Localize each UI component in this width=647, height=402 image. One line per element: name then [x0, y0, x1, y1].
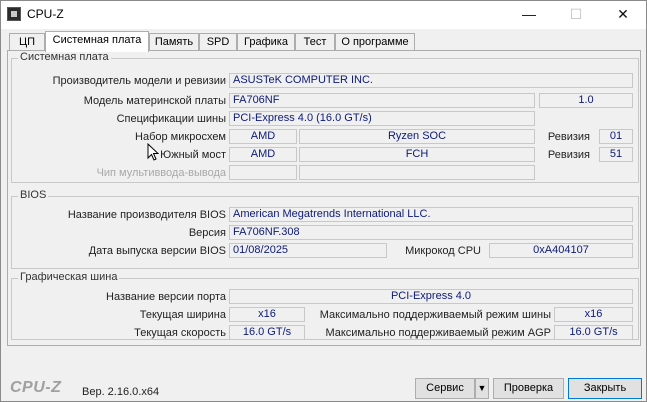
bus-specs-value: PCI-Express 4.0 (16.0 GT/s) [229, 111, 535, 126]
mainboard-panel: Системная плата Производитель модели и р… [7, 50, 641, 346]
chipset-vendor-value: AMD [229, 129, 297, 144]
cpuz-window: CPU-Z — ☐ ✕ ЦП Системная плата Память SP… [0, 0, 647, 402]
bios-version-value: FA706NF.308 [229, 225, 633, 240]
tab-bench[interactable]: Тест [295, 33, 335, 51]
model-label: Модель материнской платы [83, 95, 226, 107]
microcode-value: 0xA404107 [489, 243, 633, 258]
mainboard-group: Системная плата Производитель модели и р… [11, 51, 639, 183]
cpuz-app-icon [7, 7, 21, 21]
bios-brand-label: Название производителя BIOS [67, 209, 226, 221]
graphic-interface-group: Графическая шина Название версии порта P… [11, 271, 639, 340]
validate-button[interactable]: Проверка [493, 378, 564, 399]
title-bar: CPU-Z — ☐ ✕ [1, 1, 646, 29]
bios-group-title: BIOS [18, 189, 49, 201]
tab-bar: ЦП Системная плата Память SPD Графика Те… [1, 31, 646, 52]
lpcio-label: Чип мультиввода-вывода [96, 167, 226, 179]
max-width-value: x16 [554, 307, 633, 322]
window-title: CPU-Z [27, 7, 64, 21]
chipset-revision-value: 01 [599, 129, 633, 144]
tab-about[interactable]: О программе [335, 33, 415, 51]
max-width-label: Максимально поддерживаемый режим шины [319, 309, 551, 321]
southbridge-revision-value: 51 [599, 147, 633, 162]
tab-memory[interactable]: Память [149, 33, 199, 51]
lpcio-vendor-value [229, 165, 297, 180]
minimize-button[interactable]: — [506, 1, 552, 29]
link-speed-label: Текущая скорость [134, 327, 226, 339]
model-revision-value: 1.0 [539, 93, 633, 108]
max-speed-value: 16.0 GT/s [554, 325, 633, 340]
port-version-label: Название версии порта [106, 291, 226, 303]
chipset-model-value: Ryzen SOC [299, 129, 535, 144]
tools-button[interactable]: Сервис [415, 378, 475, 399]
link-width-label: Текущая ширина [139, 309, 226, 321]
lpcio-model-value [299, 165, 535, 180]
graphic-interface-group-title: Графическая шина [18, 271, 120, 283]
manufacturer-label: Производитель модели и ревизии [52, 75, 226, 87]
bus-specs-label: Спецификации шины [116, 113, 226, 125]
chipset-revision-label: Ревизия [547, 131, 590, 143]
southbridge-vendor-value: AMD [229, 147, 297, 162]
close-button[interactable]: Закрыть [568, 378, 642, 399]
close-window-button[interactable]: ✕ [600, 1, 646, 29]
bios-brand-value: American Megatrends International LLC. [229, 207, 633, 222]
cpuz-logo: CPU-Z [10, 379, 62, 396]
mouse-cursor-icon [147, 143, 159, 161]
bios-date-value: 01/08/2025 [229, 243, 387, 258]
southbridge-model-value: FCH [299, 147, 535, 162]
maximize-button[interactable]: ☐ [553, 1, 599, 29]
tab-spd[interactable]: SPD [199, 33, 237, 51]
tab-cpu[interactable]: ЦП [9, 33, 45, 51]
link-width-value: x16 [229, 307, 305, 322]
tab-mainboard[interactable]: Системная плата [45, 31, 149, 52]
mainboard-group-title: Системная плата [18, 51, 111, 63]
bios-date-label: Дата выпуска версии BIOS [88, 245, 226, 257]
southbridge-label: Южный мост [160, 149, 226, 161]
version-text: Вер. 2.16.0.x64 [82, 386, 160, 398]
tab-graphics[interactable]: Графика [237, 33, 295, 51]
model-value: FA706NF [229, 93, 535, 108]
max-speed-label: Максимально поддерживаемый режим AGP [325, 327, 551, 339]
chipset-label: Набор микросхем [135, 131, 226, 143]
port-version-value: PCI-Express 4.0 [229, 289, 633, 304]
link-speed-value: 16.0 GT/s [229, 325, 305, 340]
tools-dropdown-arrow-icon[interactable]: ▼ [475, 378, 489, 399]
microcode-label: Микрокод CPU [405, 245, 481, 257]
manufacturer-value: ASUSTeK COMPUTER INC. [229, 73, 633, 88]
bios-version-label: Версия [188, 227, 226, 239]
bios-group: BIOS Название производителя BIOS America… [11, 189, 639, 269]
southbridge-revision-label: Ревизия [547, 149, 590, 161]
